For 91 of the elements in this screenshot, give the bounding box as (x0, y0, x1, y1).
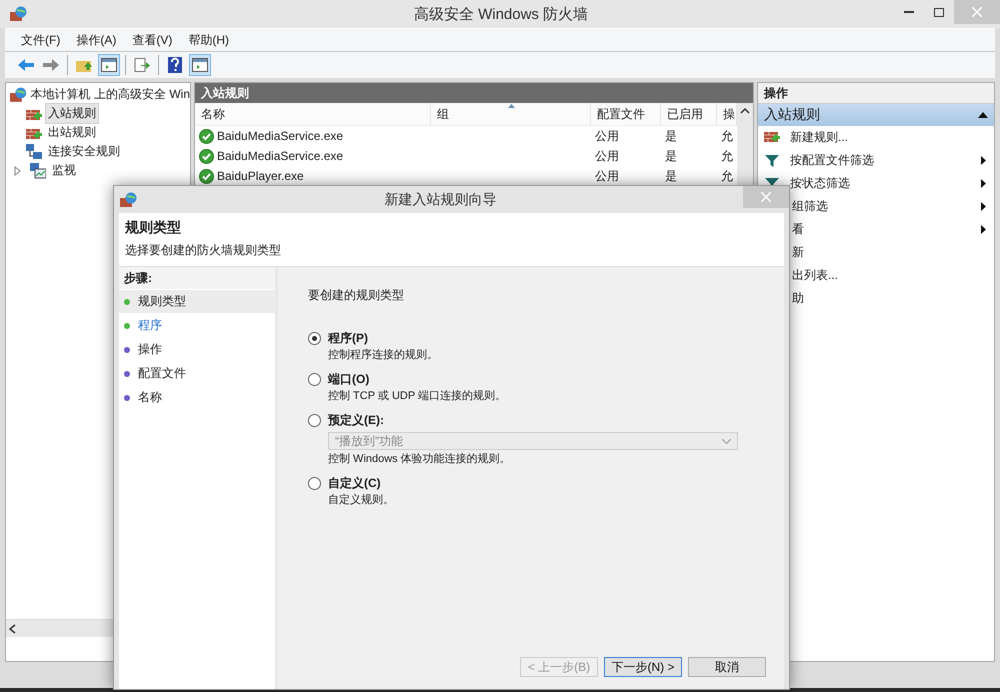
actions-section-header[interactable]: 入站规则 (758, 104, 994, 126)
collapse-arrow-icon[interactable] (978, 112, 988, 118)
option-description: 控制 TCP 或 UDP 端口连接的规则。 (328, 388, 508, 403)
actions-header: 操作 (758, 83, 994, 104)
help-icon (168, 57, 182, 73)
monitor-icon (30, 162, 46, 178)
page-subheading: 选择要创建的防火墙规则类型 (125, 242, 282, 259)
step-item[interactable]: 配置文件 (119, 362, 275, 385)
table-cell: 公用 (595, 168, 619, 184)
sort-arrow-icon (508, 104, 514, 108)
column-header[interactable]: 操 (717, 103, 737, 126)
close-icon (972, 7, 982, 17)
folder-up-icon (76, 58, 92, 72)
new-rule-icon (764, 129, 780, 143)
table-cell: 是 (665, 128, 677, 144)
page-heading: 规则类型 (125, 219, 182, 237)
forward-arrow-icon (43, 58, 59, 72)
table-cell: 允 (721, 168, 733, 184)
tree-item[interactable]: 监视 (49, 160, 79, 181)
table-cell: BaiduMediaService.exe (217, 149, 344, 163)
action-item[interactable]: 按状态筛选 (762, 175, 973, 192)
table-cell: 公用 (595, 148, 619, 164)
chevron-down-icon (722, 438, 731, 444)
radio-button[interactable] (308, 373, 321, 386)
step-label: 配置文件 (138, 365, 186, 382)
check-circle-icon (199, 128, 214, 144)
column-header[interactable]: 组 (431, 103, 591, 126)
check-circle-icon (199, 148, 214, 164)
step-item[interactable]: 操作 (119, 338, 275, 361)
filter-icon (765, 154, 779, 166)
table-cell: 是 (665, 148, 677, 164)
radio-button[interactable] (308, 477, 321, 490)
dialog-icon (120, 192, 138, 208)
firewall-globe-icon (10, 86, 28, 102)
tree-item[interactable]: 出站规则 (45, 122, 99, 143)
menu-item[interactable]: 操作(A) (70, 30, 122, 50)
action-item[interactable]: 新建规则... (762, 129, 986, 146)
step-item[interactable]: 程序 (119, 314, 275, 337)
column-header[interactable]: 已启用 (661, 103, 717, 126)
tree-item[interactable]: 入站规则 (45, 103, 99, 124)
option-description: 自定义规则。 (328, 492, 395, 507)
table-cell: BaiduMediaService.exe (217, 129, 344, 143)
steps-title: 步骤: (119, 267, 275, 289)
tree-item[interactable]: 连接安全规则 (45, 141, 123, 162)
option-label[interactable]: 预定义(E): (328, 412, 784, 429)
app-icon (10, 6, 28, 22)
toolbar-button[interactable] (189, 54, 211, 76)
dialog-title: 新建入站规则向导 (384, 190, 498, 208)
tree-root[interactable]: 本地计算机 上的高级安全 Win (30, 86, 190, 103)
step-label: 名称 (138, 389, 162, 406)
network-computers-icon (26, 144, 42, 160)
action-item[interactable]: 按配置文件筛选 (762, 152, 973, 169)
minimize-icon (904, 11, 914, 13)
panel-icon (101, 58, 117, 72)
radio-button[interactable] (308, 414, 321, 427)
scroll-up-icon[interactable] (740, 107, 750, 114)
column-header[interactable]: 配置文件 (591, 103, 661, 126)
table-cell: 是 (665, 168, 677, 184)
option-description: 控制程序连接的规则。 (328, 348, 439, 362)
step-label: 规则类型 (138, 293, 186, 310)
table-cell: 公用 (595, 128, 619, 144)
menu-item[interactable]: 帮助(H) (182, 30, 235, 50)
check-circle-icon (199, 168, 214, 184)
window-title: 高级安全 Windows 防火墙 (412, 4, 590, 24)
option-label[interactable]: 端口(O) (328, 371, 784, 388)
menu-item[interactable]: 文件(F) (15, 30, 66, 50)
export-icon (134, 58, 150, 72)
pane-header: 入站规则 (195, 83, 753, 103)
step-label: 操作 (138, 341, 162, 358)
options-prompt: 要创建的规则类型 (308, 287, 405, 304)
step-item[interactable]: 名称 (119, 386, 275, 409)
wizard-button[interactable]: 下一步(N) > (604, 657, 682, 677)
collapsed-arrow-icon[interactable] (12, 166, 22, 176)
table-cell: 允 (721, 128, 733, 144)
step-link[interactable]: 程序 (138, 317, 162, 334)
back-arrow-icon (18, 58, 34, 72)
panel-icon (192, 58, 208, 72)
table-cell: 允 (721, 148, 733, 164)
table-cell: BaiduPlayer.exe (217, 169, 304, 183)
wizard-button[interactable]: 取消 (688, 657, 766, 677)
option-label[interactable]: 程序(P) (328, 330, 784, 347)
close-icon (761, 192, 771, 202)
step-item[interactable]: 规则类型 (119, 290, 275, 313)
section-title: 入站规则 (764, 106, 820, 124)
menu-item[interactable]: 查看(V) (126, 30, 178, 50)
maximize-icon (934, 8, 944, 16)
column-header[interactable]: 名称 (195, 103, 431, 126)
option-label[interactable]: 自定义(C) (328, 475, 784, 492)
radio-button[interactable] (308, 332, 321, 345)
toolbar-button[interactable] (98, 54, 120, 76)
option-description: 控制 Windows 体验功能连接的规则。 (328, 452, 512, 466)
